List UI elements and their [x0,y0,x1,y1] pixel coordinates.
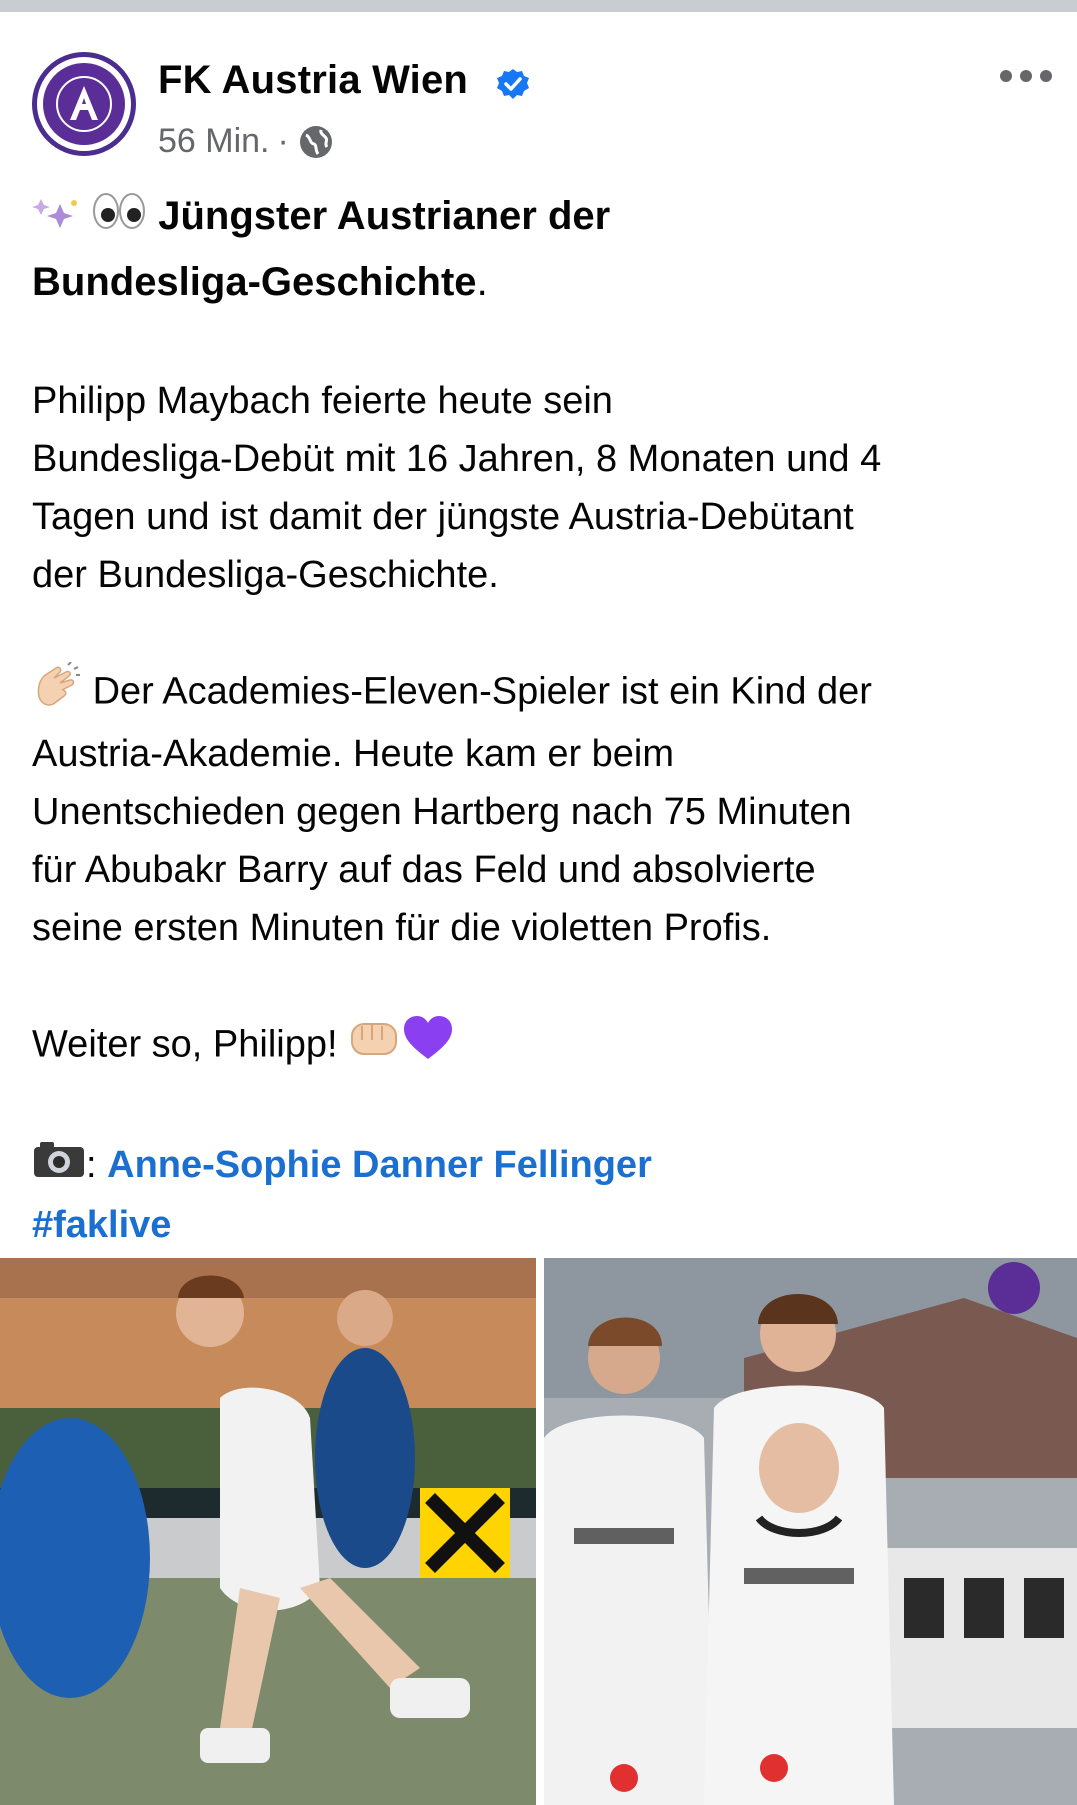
eyes-emoji [91,186,147,250]
hashtag-link[interactable]: #faklive [32,1196,1052,1254]
credit-sep: : [86,1144,97,1187]
photographer-link[interactable]: Anne-Sophie Danner Fellinger [107,1144,652,1186]
post-time[interactable]: 56 Min. [158,122,270,161]
page-name[interactable]: FK Austria Wien [158,58,468,103]
headline-line1: Jüngster Austrianer der [158,194,611,238]
para2-line: Austria-Akademie. Heute kam er beim [32,733,675,776]
para1-line: Bundesliga-Debüt mit 16 Jahren, 8 Monate… [32,438,882,481]
headline-line2: Bundesliga-Geschichte [32,260,477,305]
headline-punct: . [476,260,488,305]
para2-line: für Abubakr Barry auf das Feld und absol… [32,849,816,892]
top-divider [0,0,1077,12]
para1-line: der Bundesliga-Geschichte. [32,554,499,597]
camera-emoji [32,1138,86,1196]
paragraph-1: Philipp Maybach feierte heute sein Bunde… [32,372,1052,604]
sparkles-emoji [32,186,80,250]
globe-icon [299,125,332,158]
verified-badge-icon [497,69,529,99]
para2-line: Der Academies-Eleven-Spieler ist ein Kin… [92,670,872,713]
page-avatar[interactable] [32,52,136,156]
post-header: FK Austria Wien 56 Min. · [0,12,1077,162]
clapping-hands-emoji [32,661,82,725]
club-logo [43,63,125,145]
para1-line: Tagen und ist damit der jüngste Austria-… [32,496,854,539]
paragraph-4: : Anne-Sophie Danner Fellinger #faklive [32,1136,1052,1254]
para2-line: Unentschieden gegen Hartberg nach 75 Min… [32,791,852,834]
post-text: Jüngster Austrianer der Bundesliga-Gesch… [32,184,1052,1254]
paragraph-3: Weiter so, Philipp! [32,1015,1052,1078]
meta-separator: · [277,122,289,160]
para3-text: Weiter so, Philipp! [32,1023,338,1066]
photo-2[interactable] [544,1258,1077,1805]
post-headline: Jüngster Austrianer der Bundesliga-Gesch… [32,184,1052,314]
photo-grid [0,1258,1077,1805]
photo-1[interactable] [0,1258,536,1805]
purple-heart-emoji [402,1015,454,1078]
para1-line: Philipp Maybach feierte heute sein [32,380,613,423]
post-meta: 56 Min. · [158,122,335,161]
fist-emoji [348,1016,402,1077]
para2-line: seine ersten Minuten für die violetten P… [32,907,772,950]
paragraph-2: Der Academies-Eleven-Spieler ist ein Kin… [32,661,1052,957]
more-options-icon[interactable] [1000,64,1054,88]
